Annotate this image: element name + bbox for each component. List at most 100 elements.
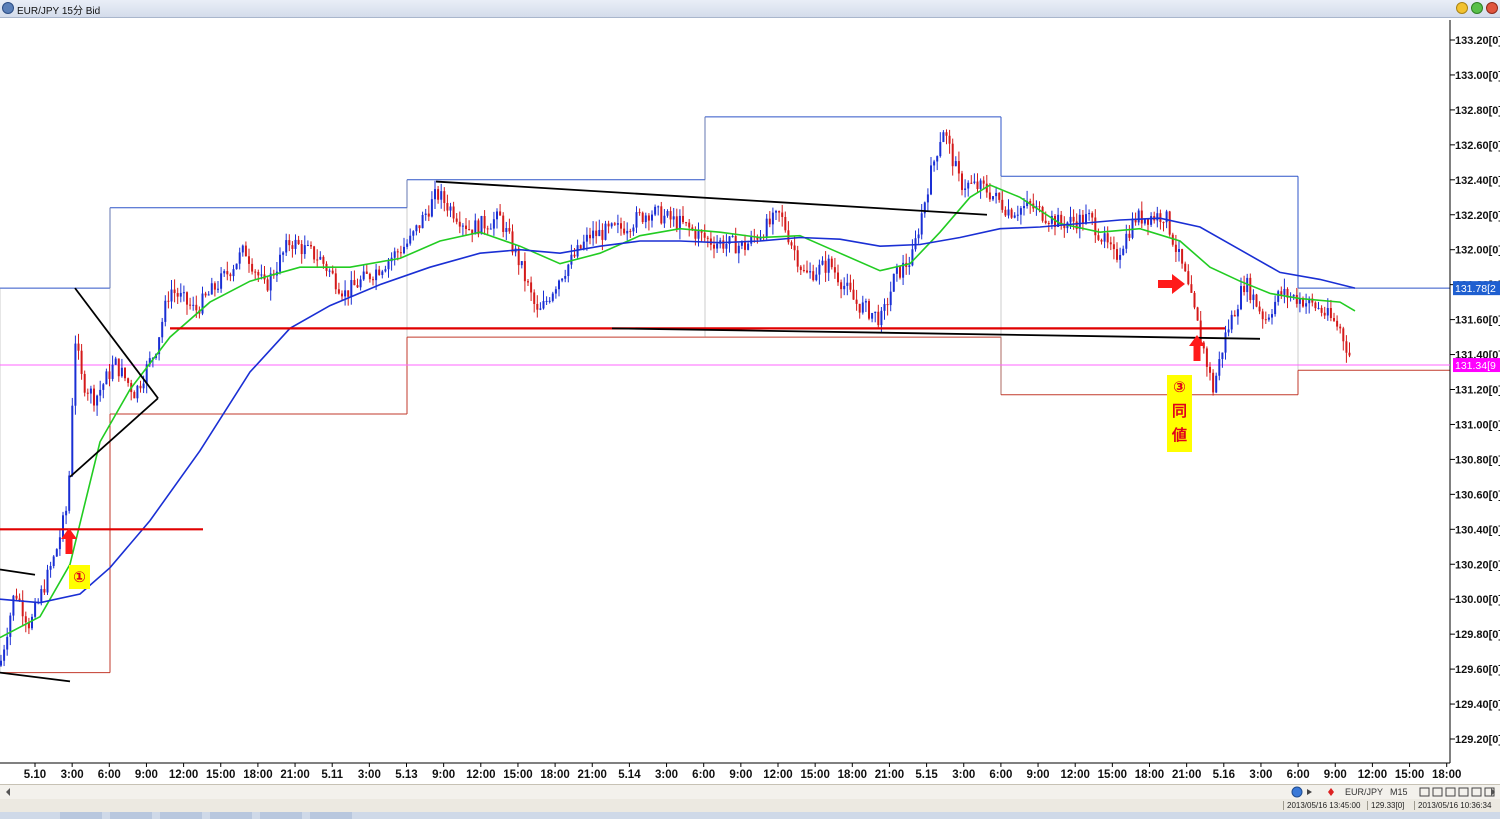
- candle-body: [703, 232, 706, 238]
- candle-body: [613, 223, 616, 225]
- trend-line[interactable]: [435, 180, 988, 216]
- candle-body: [790, 242, 793, 246]
- candle-body: [210, 283, 213, 295]
- candle-body: [716, 243, 719, 249]
- candle-body: [1205, 348, 1208, 367]
- trend-line[interactable]: [0, 568, 36, 576]
- candle-body: [799, 266, 802, 271]
- x-tick-label: 5.16: [1213, 769, 1235, 781]
- candle-body: [468, 229, 471, 231]
- candle-body: [1112, 244, 1115, 250]
- candle-body: [961, 173, 963, 190]
- candle-body: [784, 216, 787, 231]
- x-tick-label: 5.10: [24, 769, 46, 781]
- candle-body: [300, 244, 303, 255]
- candle-body: [55, 549, 58, 557]
- symbol-selector[interactable]: EUR/JPY: [1345, 787, 1383, 797]
- x-tick-label: 9:00: [729, 769, 752, 781]
- candle-body: [778, 211, 781, 213]
- candle-body: [796, 250, 799, 267]
- x-tick-label: 15:00: [800, 769, 829, 781]
- trend-line[interactable]: [0, 671, 71, 683]
- candle-body: [427, 213, 430, 217]
- candle-body: [1283, 288, 1286, 295]
- candle-body: [849, 282, 852, 290]
- candle-body: [744, 241, 746, 250]
- candle-body: [1320, 307, 1323, 313]
- x-tick-label: 15:00: [1395, 769, 1424, 781]
- timeframe-selector[interactable]: M15: [1390, 787, 1408, 797]
- candle-body: [765, 218, 768, 238]
- candle-body: [111, 364, 114, 379]
- candle-body: [108, 371, 111, 379]
- candle-body: [635, 212, 638, 228]
- candle-body: [375, 269, 378, 281]
- candle-body: [1233, 314, 1236, 317]
- price-chart[interactable]: 133.20[0] 133.00[0] 132.80[0] 132.60[0] 132.…: [0, 17, 1500, 787]
- candle-body: [657, 206, 660, 208]
- candle-body: [1010, 209, 1013, 218]
- candle-body: [424, 213, 427, 216]
- candle-body: [260, 274, 263, 276]
- candle-body: [1236, 309, 1239, 317]
- candle-body: [1088, 213, 1091, 215]
- refresh-icon[interactable]: [1291, 786, 1303, 798]
- candle-body: [83, 373, 86, 393]
- candle-body: [1212, 372, 1215, 393]
- candle-body: [434, 189, 436, 200]
- candle-body: [337, 289, 340, 294]
- candle-body: [883, 304, 886, 311]
- x-tick-label: 6:00: [989, 769, 1012, 781]
- candle-body: [238, 252, 241, 264]
- candle-body: [954, 161, 957, 167]
- candle-body: [1041, 206, 1044, 221]
- candle-body: [89, 388, 92, 394]
- candle-body: [945, 132, 948, 136]
- candle-body: [1072, 216, 1075, 222]
- trend-line[interactable]: [69, 397, 159, 478]
- candle-body: [508, 228, 511, 232]
- candle-body: [403, 246, 405, 254]
- candle-body: [496, 211, 498, 220]
- x-tick-label: 12:00: [169, 769, 198, 781]
- candle-body: [933, 161, 936, 166]
- candle-body: [347, 290, 350, 297]
- candle-body: [533, 292, 536, 304]
- candle-body: [527, 281, 529, 283]
- candle-body: [871, 313, 874, 319]
- candle-body: [837, 272, 839, 283]
- candle-body: [812, 271, 815, 281]
- candle-body: [15, 595, 18, 599]
- candle-body: [1038, 206, 1041, 208]
- candle-body: [542, 301, 545, 309]
- x-tick-label: 21:00: [875, 769, 904, 781]
- candle-body: [341, 293, 343, 297]
- candle-body: [1122, 248, 1125, 256]
- trend-line[interactable]: [74, 287, 159, 399]
- candle-body: [833, 267, 836, 273]
- x-tick-label: 15:00: [206, 769, 235, 781]
- close-button[interactable]: [1486, 2, 1498, 14]
- candle-body: [942, 132, 945, 143]
- candle-body: [818, 264, 821, 275]
- minimize-button[interactable]: [1456, 2, 1468, 14]
- candle-body: [1013, 215, 1016, 218]
- maximize-button[interactable]: [1471, 2, 1483, 14]
- candle-body: [647, 215, 650, 221]
- candle-body: [620, 223, 622, 229]
- candle-body: [465, 225, 467, 230]
- candle-body: [1047, 222, 1050, 224]
- candle-body: [93, 388, 95, 406]
- candle-body: [114, 358, 117, 365]
- x-tick-label: 6:00: [1287, 769, 1310, 781]
- candle-body: [663, 215, 666, 224]
- candle-body: [1140, 210, 1143, 224]
- candle-body: [1100, 239, 1103, 242]
- x-tick-label: 9:00: [1324, 769, 1347, 781]
- candle-body: [539, 308, 542, 310]
- candle-body: [303, 245, 306, 255]
- candle-body: [220, 273, 223, 289]
- candle-body: [186, 292, 188, 305]
- candle-body: [1240, 286, 1242, 310]
- candle-body: [3, 649, 6, 661]
